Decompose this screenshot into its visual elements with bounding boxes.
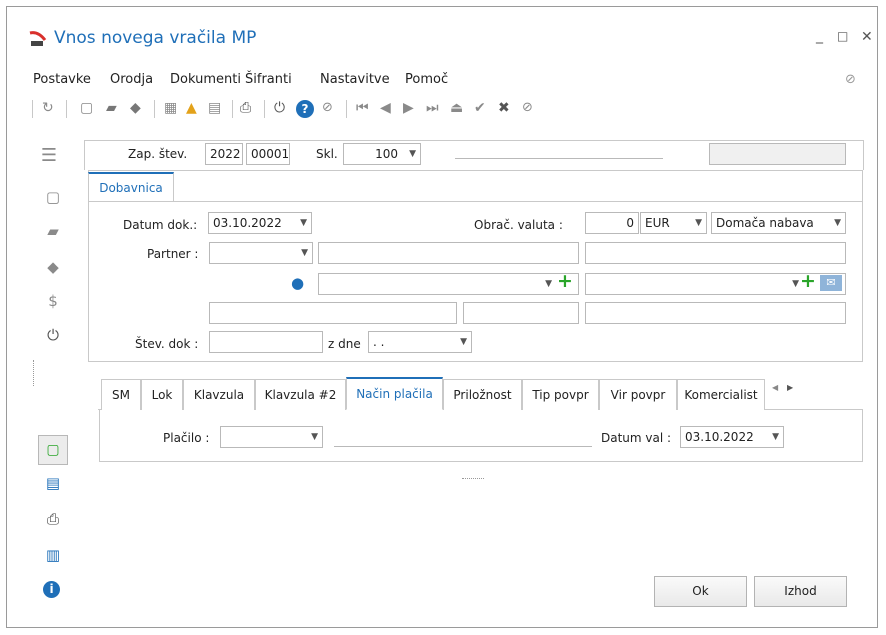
email-icon[interactable]: ✉ xyxy=(820,275,842,291)
menu-nastavitve[interactable]: Nastavitve xyxy=(320,72,390,87)
power-side-icon[interactable]: ⏻ xyxy=(42,326,64,344)
datum-label: Datum dok.: xyxy=(123,218,198,232)
partner-label: Partner : xyxy=(147,247,199,261)
placilo-label: Plačilo : xyxy=(163,431,210,445)
zap-number-field[interactable]: 00001 xyxy=(246,143,290,165)
stev-dok-field[interactable] xyxy=(209,331,323,353)
valuta-amount-field[interactable]: 0 xyxy=(585,212,639,234)
eject-icon[interactable]: ⏏ xyxy=(450,98,463,118)
more-options-icon[interactable]: ⊘ xyxy=(522,98,533,118)
previous-record-icon[interactable]: ◀ xyxy=(380,98,391,118)
zdne-date-field[interactable]: . . ▼ xyxy=(368,331,472,353)
last-record-icon[interactable]: ⏭ xyxy=(426,98,439,118)
nabava-select[interactable]: Domača nabava ▼ xyxy=(711,212,846,234)
grid-icon[interactable]: ▤ xyxy=(208,98,221,118)
contact-person-icon[interactable]: ● xyxy=(291,274,304,292)
tab-komercialist[interactable]: Komercialist xyxy=(677,379,765,410)
exit-button[interactable]: Izhod xyxy=(754,576,847,607)
ok-button[interactable]: Ok xyxy=(654,576,747,607)
tab-vir-povpr[interactable]: Vir povpr xyxy=(599,379,677,410)
first-record-icon[interactable]: ⏮ xyxy=(356,98,369,118)
help-icon[interactable]: ? xyxy=(296,100,314,118)
menu-sifranti[interactable]: Šifranti xyxy=(245,72,292,87)
menu-pomoc[interactable]: Pomoč xyxy=(405,72,448,87)
close-icon[interactable]: ✕ xyxy=(861,29,873,45)
expand-icon[interactable]: ⊘ xyxy=(322,98,333,118)
tab-scroll-left-icon[interactable]: ◀ xyxy=(772,383,778,392)
folder-icon[interactable]: ▰ xyxy=(42,222,64,240)
dobavnica-panel xyxy=(88,170,863,362)
menu-dokumenti[interactable]: Dokumenti xyxy=(170,72,241,87)
zap-year-field[interactable]: 2022 xyxy=(205,143,243,165)
tab-tip-povpr[interactable]: Tip povpr xyxy=(522,379,599,410)
table-search-icon[interactable]: ▤ xyxy=(42,474,64,492)
refresh-icon[interactable]: ↻ xyxy=(42,98,54,118)
columns-icon[interactable]: ▥ xyxy=(42,546,64,564)
contact-select[interactable]: ▼ xyxy=(318,273,579,295)
eraser-side-icon[interactable]: ◆ xyxy=(42,258,64,276)
add-item-button[interactable]: ▢ xyxy=(38,435,68,465)
lock-icon[interactable]: ▲ xyxy=(186,98,197,118)
new-document-icon[interactable]: ▢ xyxy=(80,98,93,118)
tab-sm[interactable]: SM xyxy=(101,379,141,410)
partner-name-field[interactable] xyxy=(318,242,579,264)
menu-orodja[interactable]: Orodja xyxy=(110,72,153,87)
minimize-icon[interactable]: _ xyxy=(816,28,823,44)
info-icon[interactable]: i xyxy=(43,581,60,598)
next-record-icon[interactable]: ▶ xyxy=(403,98,414,118)
placilo-select[interactable]: ▼ xyxy=(220,426,323,448)
tab-divider xyxy=(88,201,863,202)
tab-nacin-placila[interactable]: Način plačila xyxy=(346,377,443,410)
currency-select[interactable]: EUR ▼ xyxy=(640,212,707,234)
valuta-label: Obrač. valuta : xyxy=(474,218,563,232)
skl-select[interactable]: 100 ▼ xyxy=(343,143,421,165)
collapse-ribbon-icon[interactable]: ⊘ xyxy=(845,72,856,87)
add-contact-icon[interactable]: + xyxy=(557,270,573,292)
menu-postavke[interactable]: Postavke xyxy=(33,72,91,87)
city-field[interactable] xyxy=(585,302,846,324)
resize-grip[interactable] xyxy=(462,478,484,480)
app-logo-icon xyxy=(29,31,47,46)
skl-description-line xyxy=(455,158,663,159)
tab-klavzula[interactable]: Klavzula xyxy=(183,379,255,410)
datum-field[interactable]: 03.10.2022 ▼ xyxy=(208,212,312,234)
document-money-icon[interactable]: $ xyxy=(42,292,64,310)
window-title: Vnos novega vračila MP xyxy=(54,28,257,48)
zdne-label: z dne xyxy=(328,337,361,351)
placilo-description-line xyxy=(334,446,592,447)
postal-field[interactable] xyxy=(463,302,579,324)
cancel-icon[interactable]: ✖ xyxy=(498,98,510,118)
add-email-icon[interactable]: + xyxy=(800,270,816,292)
address-field[interactable] xyxy=(209,302,457,324)
splitter[interactable] xyxy=(33,360,35,386)
datum-val-field[interactable]: 03.10.2022 ▼ xyxy=(680,426,784,448)
tab-priloznost[interactable]: Priložnost xyxy=(443,379,522,410)
zap-label: Zap. štev. xyxy=(128,147,188,161)
print-side-icon[interactable]: ⎙ xyxy=(42,510,64,528)
datum-val-label: Datum val : xyxy=(601,431,672,445)
tab-scroll-right-icon[interactable]: ▶ xyxy=(787,383,793,392)
status-field xyxy=(709,143,846,165)
tab-lok[interactable]: Lok xyxy=(141,379,183,410)
eraser-icon[interactable]: ◆ xyxy=(130,98,141,118)
calculator-icon[interactable]: ▦ xyxy=(164,98,177,118)
open-folder-icon[interactable]: ▰ xyxy=(106,98,117,118)
maximize-icon[interactable]: □ xyxy=(837,29,848,43)
print-icon[interactable]: ⎙ xyxy=(240,98,251,118)
power-icon[interactable]: ⏻ xyxy=(274,98,285,118)
tab-klavzula-2[interactable]: Klavzula #2 xyxy=(255,379,346,410)
new-icon[interactable]: ▢ xyxy=(42,188,64,206)
hamburger-menu-icon[interactable]: ☰ xyxy=(38,145,60,166)
stev-dok-label: Štev. dok : xyxy=(135,337,199,351)
tab-dobavnica[interactable]: Dobavnica xyxy=(88,172,174,202)
partner-select[interactable]: ▼ xyxy=(209,242,313,264)
skl-label: Skl. xyxy=(316,147,338,161)
partner-extra-field[interactable] xyxy=(585,242,846,264)
confirm-icon[interactable]: ✔ xyxy=(474,98,486,118)
